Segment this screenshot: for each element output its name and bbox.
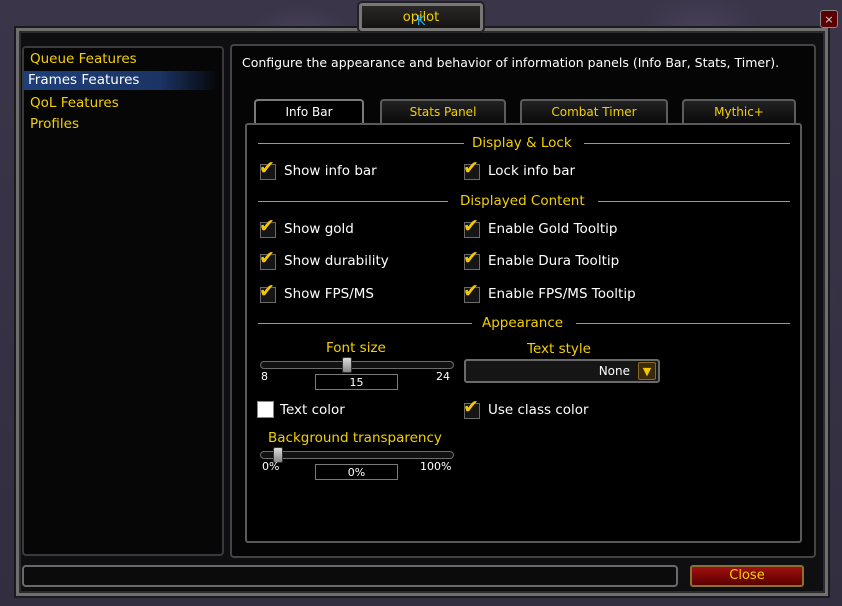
page-description: Configure the appearance and behavior of… (242, 55, 780, 70)
section-divider (576, 323, 790, 324)
show-gold-checkbox[interactable]: ✔ (258, 215, 280, 239)
window-title-box: Kopilot (359, 3, 483, 31)
sidebar-item-frames-features[interactable]: Frames Features (24, 71, 218, 90)
text-style-dropdown[interactable]: None ▼ (464, 359, 660, 383)
check-icon: ✔ (463, 247, 479, 269)
show-fps-ms-label: Show FPS/MS (284, 286, 374, 302)
bg-transparency-max: 100% (420, 460, 452, 473)
check-icon: ✔ (463, 396, 479, 418)
font-size-max: 24 (436, 370, 450, 383)
check-icon: ✔ (259, 215, 275, 237)
check-icon: ✔ (259, 157, 275, 179)
section-title: Appearance (482, 315, 564, 331)
section-appearance: Appearance (258, 315, 790, 331)
bg-transparency-slider-track[interactable] (260, 451, 454, 459)
show-durability-label: Show durability (284, 253, 389, 269)
section-title: Display & Lock (472, 135, 572, 151)
check-icon: ✔ (259, 280, 275, 302)
lock-info-bar-checkbox[interactable]: ✔ (462, 157, 484, 181)
tab-mythic-plus[interactable]: Mythic+ (682, 99, 796, 123)
lock-info-bar-label: Lock info bar (488, 163, 576, 179)
section-divider (258, 323, 472, 324)
enable-gold-tooltip-label: Enable Gold Tooltip (488, 221, 618, 237)
check-icon: ✔ (259, 247, 275, 269)
tab-stats-panel[interactable]: Stats Panel (380, 99, 506, 123)
text-color-swatch[interactable] (257, 401, 274, 418)
font-size-slider-track[interactable] (260, 361, 454, 369)
use-class-color-checkbox[interactable]: ✔ (462, 396, 484, 420)
bg-transparency-value-input[interactable]: 0% (315, 464, 398, 480)
font-size-slider-thumb[interactable] (342, 357, 352, 373)
font-size-label: Font size (326, 340, 386, 356)
section-title: Displayed Content (460, 193, 585, 209)
section-divider (584, 143, 790, 144)
show-fps-ms-checkbox[interactable]: ✔ (258, 280, 280, 304)
text-style-label: Text style (527, 341, 591, 357)
dropdown-arrow-icon[interactable]: ▼ (638, 362, 656, 380)
show-info-bar-label: Show info bar (284, 163, 377, 179)
window-close-icon[interactable]: × (820, 10, 838, 28)
close-button[interactable]: Close (690, 565, 804, 587)
bg-transparency-min: 0% (262, 460, 280, 473)
sidebar-item-queue-features[interactable]: Queue Features (26, 50, 216, 69)
info-bar-panel (245, 123, 802, 543)
sidebar-item-profiles[interactable]: Profiles (26, 115, 216, 134)
sidebar-item-qol-features[interactable]: QoL Features (26, 94, 216, 113)
text-color-label: Text color (280, 402, 345, 418)
font-size-value-input[interactable]: 15 (315, 374, 398, 390)
bg-transparency-label: Background transparency (268, 430, 442, 446)
tab-combat-timer[interactable]: Combat Timer (520, 99, 668, 123)
section-divider (598, 201, 790, 202)
show-durability-checkbox[interactable]: ✔ (258, 247, 280, 271)
status-bar (22, 565, 678, 587)
enable-gold-tooltip-checkbox[interactable]: ✔ (462, 215, 484, 239)
window-title: Kopilot (402, 10, 440, 29)
enable-fps-ms-tooltip-label: Enable FPS/MS Tooltip (488, 286, 636, 302)
enable-fps-ms-tooltip-checkbox[interactable]: ✔ (462, 280, 484, 304)
section-display-lock: Display & Lock (258, 135, 790, 151)
section-divider (258, 201, 448, 202)
use-class-color-label: Use class color (488, 402, 589, 418)
section-displayed-content: Displayed Content (258, 193, 790, 209)
check-icon: ✔ (463, 280, 479, 302)
tab-info-bar[interactable]: Info Bar (254, 99, 364, 125)
section-divider (258, 143, 464, 144)
text-style-value: None (598, 364, 630, 378)
enable-dura-tooltip-label: Enable Dura Tooltip (488, 253, 620, 269)
check-icon: ✔ (463, 157, 479, 179)
show-gold-label: Show gold (284, 221, 354, 237)
check-icon: ✔ (463, 215, 479, 237)
show-info-bar-checkbox[interactable]: ✔ (258, 157, 280, 181)
enable-dura-tooltip-checkbox[interactable]: ✔ (462, 247, 484, 271)
font-size-min: 8 (261, 370, 268, 383)
